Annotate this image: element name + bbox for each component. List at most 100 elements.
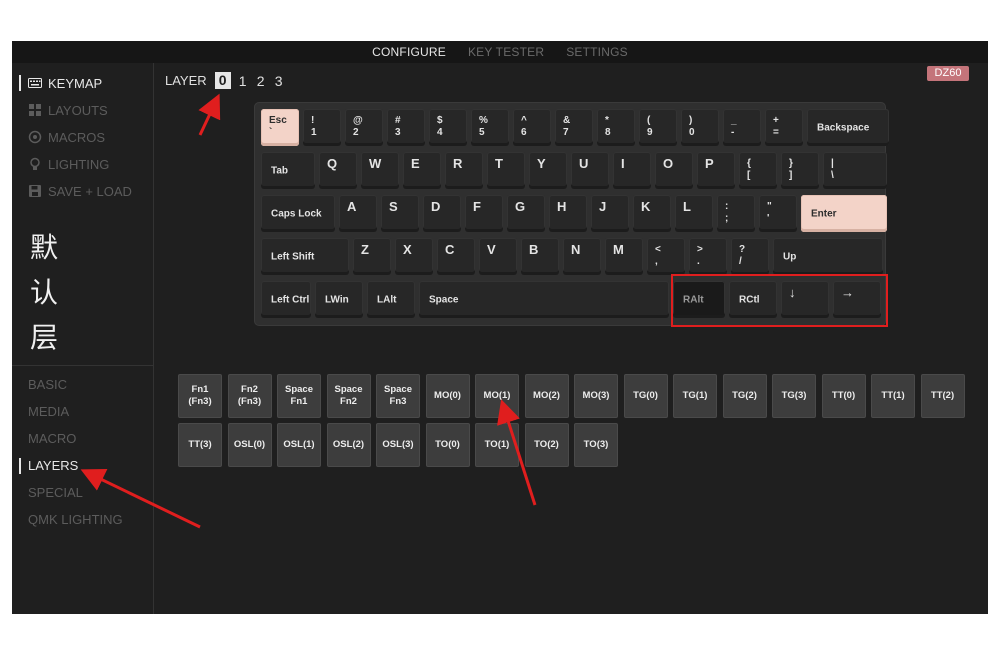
- key-row3-7[interactable]: J: [591, 195, 629, 232]
- keycode-fn2-fn3[interactable]: Fn2 (Fn3): [227, 374, 272, 418]
- key-row4-3[interactable]: C: [437, 238, 475, 275]
- key-row4-1[interactable]: Z: [353, 238, 391, 275]
- key-row3-6[interactable]: H: [549, 195, 587, 232]
- keycode-space-fn3[interactable]: Space Fn3: [376, 374, 420, 418]
- sidebar-item-keymap[interactable]: KEYMAP: [18, 74, 102, 92]
- keycode-mo1[interactable]: MO(1): [475, 374, 519, 418]
- key-row3-1[interactable]: A: [339, 195, 377, 232]
- tab-settings[interactable]: SETTINGS: [566, 45, 628, 59]
- key-row1-1[interactable]: ! 1: [303, 109, 341, 146]
- key-row4-6[interactable]: N: [563, 238, 601, 275]
- key-row5-3[interactable]: Space: [419, 281, 669, 318]
- keycode-mo0[interactable]: MO(0): [425, 374, 470, 418]
- key-row4-11[interactable]: Up: [773, 238, 883, 275]
- sidebar-item-lighting[interactable]: LIGHTING: [28, 155, 109, 173]
- key-row3-11[interactable]: " ': [759, 195, 797, 232]
- keycode-tt1[interactable]: TT(1): [871, 374, 915, 418]
- key-row5-2[interactable]: LAlt: [367, 281, 415, 318]
- keycode-osl1[interactable]: OSL(1): [277, 423, 321, 467]
- key-row2-8[interactable]: I: [613, 152, 651, 189]
- key-row4-9[interactable]: >.: [689, 238, 727, 275]
- layer-0-button[interactable]: 0: [214, 72, 231, 89]
- category-basic[interactable]: BASIC: [28, 377, 67, 392]
- key-row1-8[interactable]: * 8: [597, 109, 635, 146]
- key-row1-12[interactable]: + =: [765, 109, 803, 146]
- sidebar-item-layouts[interactable]: LAYOUTS: [28, 101, 108, 119]
- key-row1-3[interactable]: #3: [387, 109, 425, 146]
- category-qmk-lighting[interactable]: QMK LIGHTING: [28, 512, 123, 527]
- keycode-to1[interactable]: TO(1): [475, 423, 519, 467]
- key-row1-0[interactable]: Esc `: [261, 109, 299, 146]
- key-row4-0[interactable]: Left Shift: [261, 238, 349, 275]
- key-row2-11[interactable]: {[: [739, 152, 777, 189]
- key-row2-6[interactable]: Y: [529, 152, 567, 189]
- sidebar-item-save-load[interactable]: SAVE + LOAD: [28, 182, 132, 200]
- key-row2-5[interactable]: T: [487, 152, 525, 189]
- key-row4-4[interactable]: V: [479, 238, 517, 275]
- key-row2-10[interactable]: P: [697, 152, 735, 189]
- key-row2-2[interactable]: W: [361, 152, 399, 189]
- key-row4-8[interactable]: <,: [647, 238, 685, 275]
- keycode-tt0[interactable]: TT(0): [821, 374, 866, 418]
- tab-key-tester[interactable]: KEY TESTER: [468, 45, 544, 59]
- category-layers[interactable]: LAYERS: [18, 458, 78, 474]
- keycode-tt2[interactable]: TT(2): [920, 374, 965, 418]
- keycode-osl3[interactable]: OSL(3): [376, 423, 420, 467]
- sidebar-item-macros[interactable]: MACROS: [28, 128, 105, 146]
- key-row3-8[interactable]: K: [633, 195, 671, 232]
- keycode-to0[interactable]: TO(0): [425, 423, 470, 467]
- keycode-tg1[interactable]: TG(1): [673, 374, 717, 418]
- key-row1-7[interactable]: & 7: [555, 109, 593, 146]
- layer-1-button[interactable]: 1: [237, 73, 249, 89]
- key-row2-1[interactable]: Q: [319, 152, 357, 189]
- keycode-tg0[interactable]: TG(0): [623, 374, 668, 418]
- tab-configure[interactable]: CONFIGURE: [372, 45, 446, 59]
- keycode-osl0[interactable]: OSL(0): [227, 423, 272, 467]
- key-row3-2[interactable]: S: [381, 195, 419, 232]
- key-row2-12[interactable]: }]: [781, 152, 819, 189]
- keycode-mo3[interactable]: MO(3): [574, 374, 618, 418]
- keycode-tt3[interactable]: TT(3): [178, 423, 222, 467]
- keycode-fn1-fn3[interactable]: Fn1 (Fn3): [178, 374, 222, 418]
- key-row3-3[interactable]: D: [423, 195, 461, 232]
- key-row2-3[interactable]: E: [403, 152, 441, 189]
- keycode-to2[interactable]: TO(2): [524, 423, 569, 467]
- keycode-space-fn2[interactable]: Space Fn2: [326, 374, 371, 418]
- key-row3-0[interactable]: Caps Lock: [261, 195, 335, 232]
- keycode-to3[interactable]: TO(3): [574, 423, 618, 467]
- key-row1-11[interactable]: _ -: [723, 109, 761, 146]
- key-row3-5[interactable]: G: [507, 195, 545, 232]
- key-row3-10[interactable]: :;: [717, 195, 755, 232]
- keycode-space-fn1[interactable]: Space Fn1: [277, 374, 321, 418]
- layer-2-button[interactable]: 2: [255, 73, 267, 89]
- key-row3-4[interactable]: F: [465, 195, 503, 232]
- key-row1-4[interactable]: $4: [429, 109, 467, 146]
- key-row3-9[interactable]: L: [675, 195, 713, 232]
- key-row4-5[interactable]: B: [521, 238, 559, 275]
- key-row2-9[interactable]: O: [655, 152, 693, 189]
- key-row1-2[interactable]: @2: [345, 109, 383, 146]
- keycode-tg3[interactable]: TG(3): [772, 374, 816, 418]
- key-row4-2[interactable]: X: [395, 238, 433, 275]
- key-row3-12[interactable]: Enter: [801, 195, 887, 232]
- keycode-tg2[interactable]: TG(2): [722, 374, 767, 418]
- key-row2-13[interactable]: | \: [823, 152, 887, 189]
- key-row1-13[interactable]: Backspace: [807, 109, 889, 146]
- key-row2-0[interactable]: Tab: [261, 152, 315, 189]
- keycode-osl2[interactable]: OSL(2): [326, 423, 371, 467]
- category-special[interactable]: SPECIAL: [28, 485, 83, 500]
- keycode-mo2[interactable]: MO(2): [524, 374, 569, 418]
- key-row4-7[interactable]: M: [605, 238, 643, 275]
- layer-3-button[interactable]: 3: [273, 73, 285, 89]
- key-row4-10[interactable]: ? /: [731, 238, 769, 275]
- category-macro[interactable]: MACRO: [28, 431, 76, 446]
- key-row1-6[interactable]: ^ 6: [513, 109, 551, 146]
- key-row1-5[interactable]: % 5: [471, 109, 509, 146]
- key-row2-4[interactable]: R: [445, 152, 483, 189]
- key-row1-9[interactable]: (9: [639, 109, 677, 146]
- category-media[interactable]: MEDIA: [28, 404, 69, 419]
- key-row5-1[interactable]: LWin: [315, 281, 363, 318]
- key-row1-10[interactable]: ) 0: [681, 109, 719, 146]
- key-row2-7[interactable]: U: [571, 152, 609, 189]
- key-row5-0[interactable]: Left Ctrl: [261, 281, 311, 318]
